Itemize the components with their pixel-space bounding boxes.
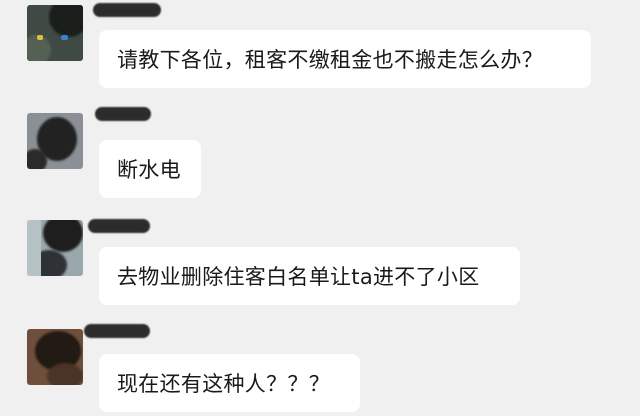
avatar[interactable] (27, 5, 83, 61)
avatar[interactable] (27, 113, 83, 169)
chat-message-list: 请教下各位，租客不缴租金也不搬走怎么办？ 断水电 去物业删除住客白名单让ta进不… (0, 0, 640, 416)
sender-name-redacted (93, 3, 161, 17)
message-text: 去物业删除住客白名单让ta进不了小区 (117, 265, 480, 289)
message-text: 现在还有这种人？？？ (117, 372, 330, 396)
avatar[interactable] (27, 329, 83, 385)
sender-name-redacted (84, 324, 150, 338)
avatar[interactable] (27, 220, 83, 276)
message-text: 断水电 (117, 158, 181, 182)
message-bubble[interactable]: 请教下各位，租客不缴租金也不搬走怎么办？ (99, 30, 591, 88)
message-bubble[interactable]: 断水电 (99, 140, 201, 198)
message-text: 请教下各位，租客不缴租金也不搬走怎么办？ (117, 48, 543, 72)
sender-name-redacted (95, 107, 151, 121)
message-bubble[interactable]: 现在还有这种人？？？ (99, 354, 360, 412)
sender-name-redacted (88, 219, 150, 233)
message-bubble[interactable]: 去物业删除住客白名单让ta进不了小区 (99, 247, 520, 305)
